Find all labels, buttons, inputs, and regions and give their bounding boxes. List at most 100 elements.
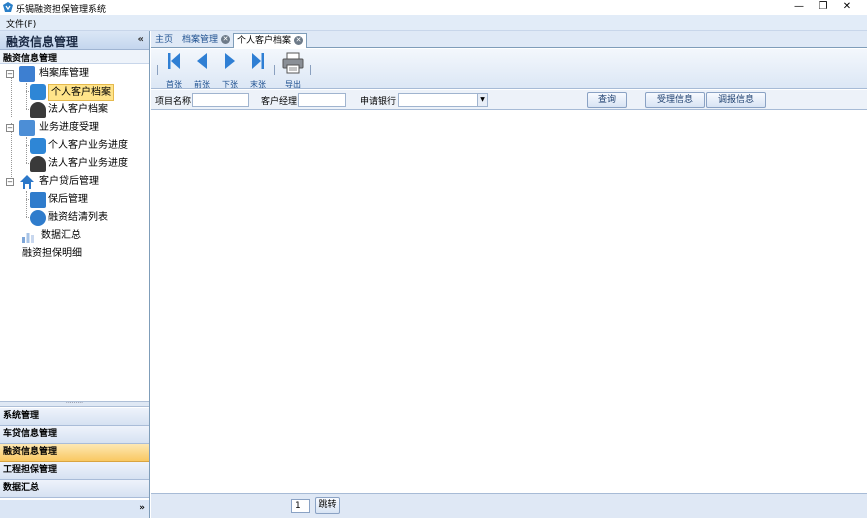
user-icon (30, 84, 46, 100)
collapse-sidebar-icon[interactable]: « (138, 34, 144, 45)
nav-financing-management[interactable]: 融资信息管理 (0, 444, 149, 462)
project-name-input[interactable] (192, 93, 249, 107)
close-button[interactable]: ✕ (827, 0, 867, 15)
tree-node-label: 业务进度受理 (39, 122, 99, 133)
page-number-input[interactable]: 1 (291, 499, 310, 513)
records-grid (151, 111, 867, 493)
tree-node-label: 保后管理 (48, 194, 88, 205)
toolbar-label: 首张 (166, 80, 182, 89)
filter-bar: 项目名称 客户经理 申请银行 ▼ 查询 受理信息 调报信息 (151, 90, 867, 110)
tree-node-label: 个人客户档案 (48, 84, 114, 101)
tree-node-data-summary[interactable]: 数据汇总 (20, 227, 146, 245)
tree-node-guarantee-mgmt[interactable]: 保后管理 (30, 191, 146, 209)
tree-connector (11, 77, 12, 117)
app-logo-icon (3, 2, 13, 12)
sidebar-footer: » (0, 500, 149, 518)
collapse-node-icon[interactable]: − (6, 124, 14, 132)
title-bar: 乐锔融资担保管理系统 — ❐ ✕ (0, 0, 867, 15)
sidebar-header: 融资信息管理 « (0, 31, 149, 50)
menu-file[interactable]: 文件(F) (6, 17, 36, 30)
nav-system-management[interactable]: 系统管理 (0, 408, 149, 426)
toolbar-label: 末张 (250, 80, 266, 89)
tab-home[interactable]: 主页 (152, 33, 176, 48)
home-icon (20, 175, 34, 189)
close-tab-icon[interactable]: ✕ (294, 36, 304, 45)
tree-node-label: 法人客户档案 (48, 104, 108, 115)
settlement-icon (30, 210, 46, 226)
nav-data-summary[interactable]: 数据汇总 (0, 480, 149, 498)
tree-node-archive[interactable]: − 档案库管理 (6, 65, 146, 83)
tree-connector (26, 191, 27, 217)
tree-node-postloan[interactable]: − 客户贷后管理 (6, 173, 146, 191)
tree-node-corporate-progress[interactable]: 法人客户业务进度 (30, 155, 146, 173)
last-record-button[interactable]: 末张 (244, 52, 272, 89)
toolbar-separator (157, 65, 158, 75)
tab-label: 主页 (155, 35, 174, 45)
archive-icon (19, 66, 35, 82)
tree-node-label: 融资结清列表 (48, 212, 108, 223)
bar-chart-icon (22, 233, 34, 243)
tree-node-settlement-list[interactable]: 融资结清列表 (30, 209, 146, 227)
corporate-user-icon (30, 102, 46, 118)
query-button[interactable]: 查询 (587, 92, 627, 108)
applying-bank-select[interactable]: ▼ (398, 93, 488, 107)
accept-info-button[interactable]: 受理信息 (645, 92, 705, 108)
sidebar-title: 融资信息管理 (6, 35, 79, 49)
toolbar-separator (274, 65, 275, 75)
tree-connector (26, 137, 27, 163)
chevron-down-icon[interactable]: ▼ (477, 94, 487, 106)
record-toolbar: 首张 前张 下张 末张 导出 (151, 49, 867, 89)
navigation-tree: − 档案库管理 个人客户档案 法人客户档案 − 业务进度受理 个人客户业务进度 … (0, 65, 149, 401)
first-record-button[interactable]: 首张 (160, 52, 188, 89)
progress-icon (19, 120, 35, 136)
tree-node-progress[interactable]: − 业务进度受理 (6, 119, 146, 137)
expand-nav-icon[interactable]: » (139, 503, 145, 513)
nav-car-loan-management[interactable]: 车贷信息管理 (0, 426, 149, 444)
collapse-node-icon[interactable]: − (6, 70, 14, 78)
project-name-label: 项目名称 (155, 97, 192, 107)
sidebar-section-title: 融资信息管理 (3, 54, 58, 64)
close-tab-icon[interactable]: ✕ (221, 35, 231, 44)
tab-archive-management[interactable]: 档案管理 ✕ (179, 33, 233, 48)
tree-node-corporate-archive[interactable]: 法人客户档案 (30, 101, 146, 119)
export-button[interactable]: 导出 (279, 52, 307, 89)
tree-node-label: 法人客户业务进度 (48, 158, 128, 169)
previous-record-icon (197, 53, 207, 69)
toolbar-label: 导出 (285, 80, 301, 89)
collapse-node-icon[interactable]: − (6, 178, 14, 186)
tab-label: 个人客户档案 (237, 36, 292, 46)
last-record-icon (252, 53, 264, 69)
tab-personal-archive[interactable]: 个人客户档案 ✕ (233, 33, 308, 48)
tree-connector (26, 83, 27, 109)
tree-node-personal-progress[interactable]: 个人客户业务进度 (30, 137, 146, 155)
nav-engineering-guarantee[interactable]: 工程担保管理 (0, 462, 149, 480)
sidebar-splitter[interactable]: ········· (0, 401, 149, 407)
corporate-user-icon (30, 156, 46, 172)
tree-node-label: 个人客户业务进度 (48, 140, 128, 151)
sidebar: 融资信息管理 « 融资信息管理 − 档案库管理 个人客户档案 法人客户档案 − … (0, 31, 150, 518)
survey-info-button[interactable]: 调报信息 (706, 92, 766, 108)
tab-label: 档案管理 (182, 35, 219, 45)
pager: 1 跳转 (151, 493, 867, 518)
tree-node-label: 数据汇总 (41, 230, 81, 241)
next-record-button[interactable]: 下张 (216, 52, 244, 89)
previous-record-button[interactable]: 前张 (188, 52, 216, 89)
tree-node-label: 档案库管理 (39, 68, 89, 79)
guarantee-icon (30, 192, 46, 208)
toolbar-label: 下张 (222, 80, 238, 89)
tab-strip: 主页 档案管理 ✕ 个人客户档案 ✕ (151, 31, 867, 48)
printer-icon (282, 52, 304, 74)
applying-bank-label: 申请银行 (360, 97, 397, 107)
tree-node-guarantee-detail[interactable]: 融资担保明细 (20, 245, 146, 263)
user-icon (30, 138, 46, 154)
customer-manager-input[interactable] (298, 93, 346, 107)
customer-manager-label: 客户经理 (261, 97, 298, 107)
toolbar-separator (310, 65, 311, 75)
tree-node-personal-archive[interactable]: 个人客户档案 (30, 83, 146, 101)
tree-node-label: 融资担保明细 (22, 248, 82, 259)
next-record-icon (225, 53, 235, 69)
sidebar-section: 融资信息管理 (0, 50, 149, 64)
jump-page-button[interactable]: 跳转 (315, 497, 340, 514)
menu-bar: 文件(F) (0, 15, 867, 31)
toolbar-label: 前张 (194, 80, 210, 89)
